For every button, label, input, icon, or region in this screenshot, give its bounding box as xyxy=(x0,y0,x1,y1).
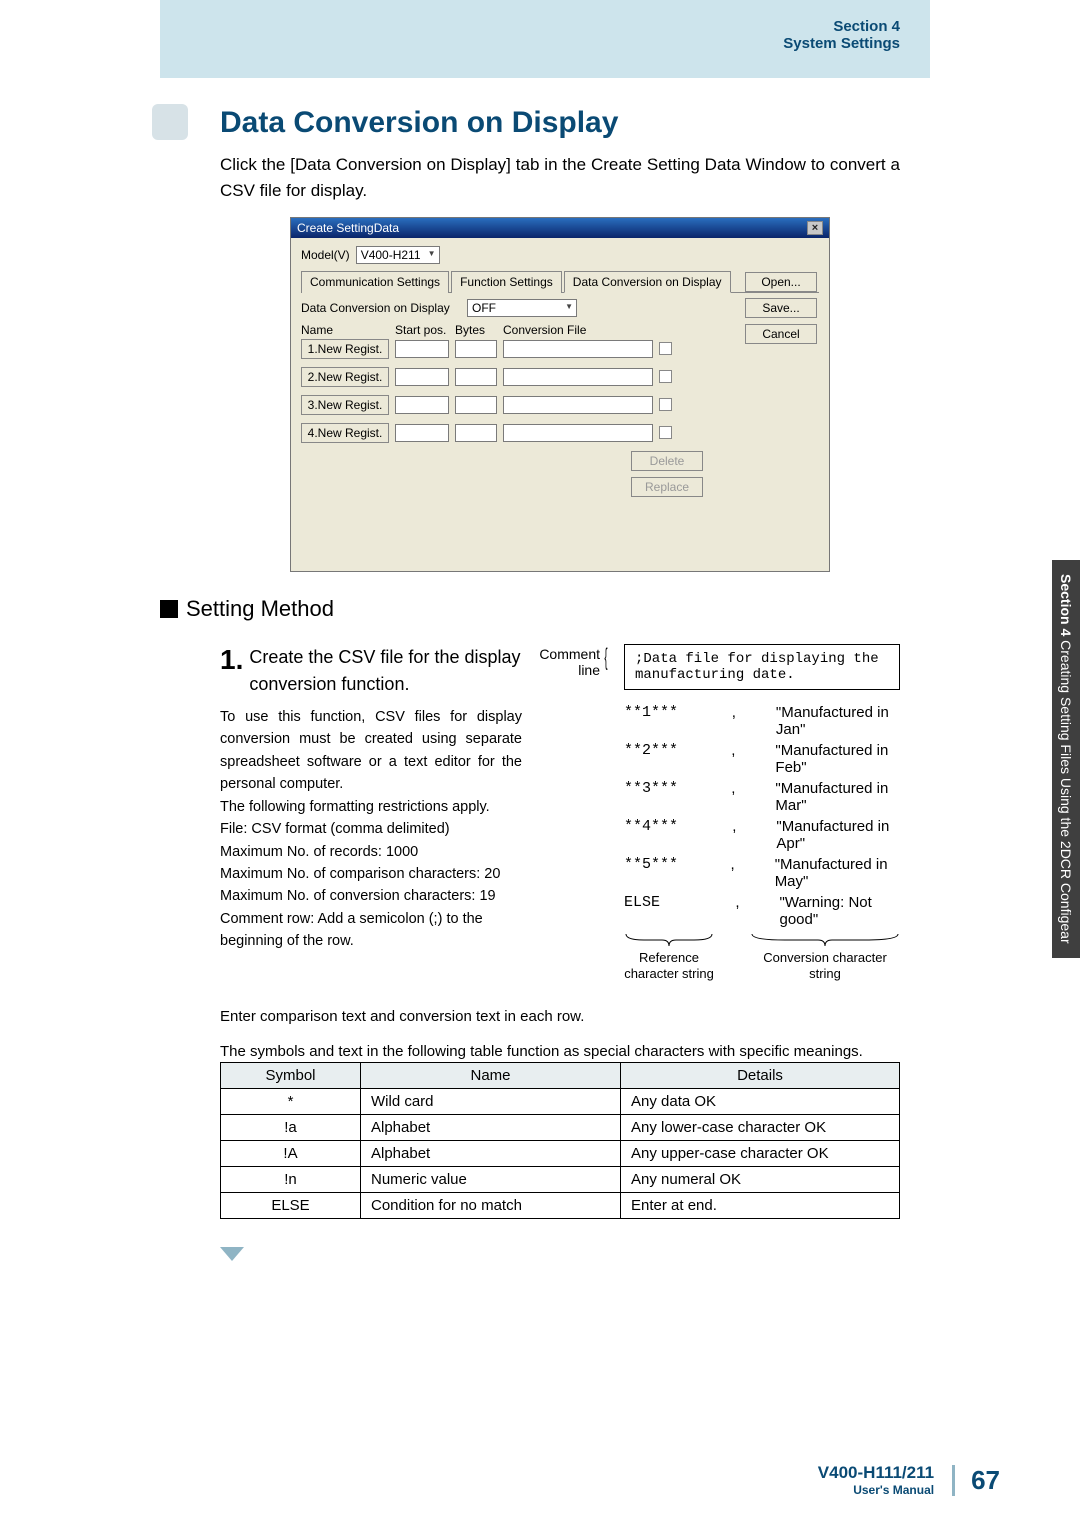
replace-button[interactable]: Replace xyxy=(631,477,703,497)
start-input[interactable] xyxy=(395,368,449,386)
bytes-input[interactable] xyxy=(455,368,497,386)
col-bytes: Bytes xyxy=(455,323,497,337)
start-input[interactable] xyxy=(395,340,449,358)
bytes-input[interactable] xyxy=(455,424,497,442)
section-label: Section 4 xyxy=(160,18,900,35)
side-tab: Section 4 Creating Setting Files Using t… xyxy=(1052,560,1080,958)
comment-line-label: Comment line xyxy=(526,646,600,678)
step-body-text: File: CSV format (comma delimited) xyxy=(220,818,522,840)
symbols-table: Symbol Name Details *Wild cardAny data O… xyxy=(220,1062,900,1219)
csv-sample: **1***,"Manufactured in Jan" **2***,"Man… xyxy=(624,704,900,928)
table-row: 4.New Regist. xyxy=(301,423,819,443)
table-row: !AAlphabetAny upper-case character OK xyxy=(221,1141,900,1167)
model-label: Model(V) xyxy=(301,248,350,262)
step-body-text: Maximum No. of records: 1000 xyxy=(220,841,522,863)
file-input[interactable] xyxy=(503,396,653,414)
model-select[interactable]: V400-H211 xyxy=(356,246,440,264)
table-row: *Wild cardAny data OK xyxy=(221,1089,900,1115)
dialog-screenshot: Create SettingData × Model(V) V400-H211 … xyxy=(290,217,830,572)
list-item: **2***,"Manufactured in Feb" xyxy=(624,742,900,776)
close-icon[interactable]: × xyxy=(807,221,823,235)
step-number: 1. xyxy=(220,644,243,676)
page-number: 67 xyxy=(952,1465,1000,1496)
dcd-select[interactable]: OFF xyxy=(467,299,577,317)
brace-icon: { xyxy=(604,644,607,672)
new-regist-4[interactable]: 4.New Regist. xyxy=(301,423,389,443)
page-footer: V400-H111/211 User's Manual 67 xyxy=(818,1463,1000,1497)
col-file: Conversion File xyxy=(503,323,586,337)
underbrace-icon xyxy=(750,932,900,946)
row-checkbox[interactable] xyxy=(659,370,672,383)
list-item: **1***,"Manufactured in Jan" xyxy=(624,704,900,738)
file-input[interactable] xyxy=(503,424,653,442)
row-checkbox[interactable] xyxy=(659,426,672,439)
bytes-input[interactable] xyxy=(455,340,497,358)
file-input[interactable] xyxy=(503,368,653,386)
ref-label: Reference character string xyxy=(624,950,714,983)
csv-comment-box: ;Data file for displaying the manufactur… xyxy=(624,644,900,690)
tab-data-conversion[interactable]: Data Conversion on Display xyxy=(564,271,731,293)
step-body-text: Comment row: Add a semicolon (;) to the … xyxy=(220,908,522,953)
dialog-title: Create SettingData xyxy=(297,221,399,235)
list-item: **5***,"Manufactured in May" xyxy=(624,856,900,890)
new-regist-2[interactable]: 2.New Regist. xyxy=(301,367,389,387)
th-name: Name xyxy=(361,1063,621,1089)
new-regist-3[interactable]: 3.New Regist. xyxy=(301,395,389,415)
enter-compare-text: Enter comparison text and conversion tex… xyxy=(220,1008,900,1025)
square-bullet-icon xyxy=(160,600,178,618)
row-checkbox[interactable] xyxy=(659,398,672,411)
step-title: Create the CSV file for the display conv… xyxy=(249,644,522,698)
open-button[interactable]: Open... xyxy=(745,272,817,292)
table-caption: The symbols and text in the following ta… xyxy=(220,1043,900,1060)
step-body-text: To use this function, CSV files for disp… xyxy=(220,706,522,796)
start-input[interactable] xyxy=(395,396,449,414)
table-row: ELSECondition for no matchEnter at end. xyxy=(221,1193,900,1219)
start-input[interactable] xyxy=(395,424,449,442)
intro-text: Click the [Data Conversion on Display] t… xyxy=(220,152,900,205)
tab-function-settings[interactable]: Function Settings xyxy=(451,271,562,293)
th-symbol: Symbol xyxy=(221,1063,361,1089)
section-title: System Settings xyxy=(160,35,900,52)
new-regist-1[interactable]: 1.New Regist. xyxy=(301,339,389,359)
table-header-row: Symbol Name Details xyxy=(221,1063,900,1089)
conv-label: Conversion character string xyxy=(750,950,900,983)
continue-arrow-icon xyxy=(220,1247,244,1261)
page-header: Section 4 System Settings xyxy=(160,0,930,52)
heading-accent xyxy=(152,104,188,140)
table-row: !aAlphabetAny lower-case character OK xyxy=(221,1115,900,1141)
table-row: 1.New Regist. xyxy=(301,339,819,359)
col-name: Name xyxy=(301,323,389,337)
underbrace-icon xyxy=(624,932,714,946)
delete-button[interactable]: Delete xyxy=(631,451,703,471)
list-item: ELSE,"Warning: Not good" xyxy=(624,894,900,928)
dialog-tabs: Communication Settings Function Settings… xyxy=(301,270,819,293)
bytes-input[interactable] xyxy=(455,396,497,414)
table-row: !nNumeric valueAny numeral OK xyxy=(221,1167,900,1193)
table-row: 3.New Regist. xyxy=(301,395,819,415)
list-item: **3***,"Manufactured in Mar" xyxy=(624,780,900,814)
dcd-label: Data Conversion on Display xyxy=(301,301,461,315)
list-item: **4***,"Manufactured in Apr" xyxy=(624,818,900,852)
save-button[interactable]: Save... xyxy=(745,298,817,318)
row-checkbox[interactable] xyxy=(659,342,672,355)
step-body-text: The following formatting restrictions ap… xyxy=(220,796,522,818)
col-start: Start pos. xyxy=(395,323,449,337)
setting-method-heading: Setting Method xyxy=(160,596,900,622)
tab-comm-settings[interactable]: Communication Settings xyxy=(301,271,449,293)
step-body-text: Maximum No. of conversion characters: 19 xyxy=(220,885,522,907)
page-title: Data Conversion on Display xyxy=(220,106,900,140)
file-input[interactable] xyxy=(503,340,653,358)
step-body-text: Maximum No. of comparison characters: 20 xyxy=(220,863,522,885)
th-details: Details xyxy=(621,1063,900,1089)
footer-manual: User's Manual xyxy=(818,1483,934,1497)
cancel-button[interactable]: Cancel xyxy=(745,324,817,344)
table-row: 2.New Regist. xyxy=(301,367,819,387)
footer-model: V400-H111/211 xyxy=(818,1463,934,1483)
